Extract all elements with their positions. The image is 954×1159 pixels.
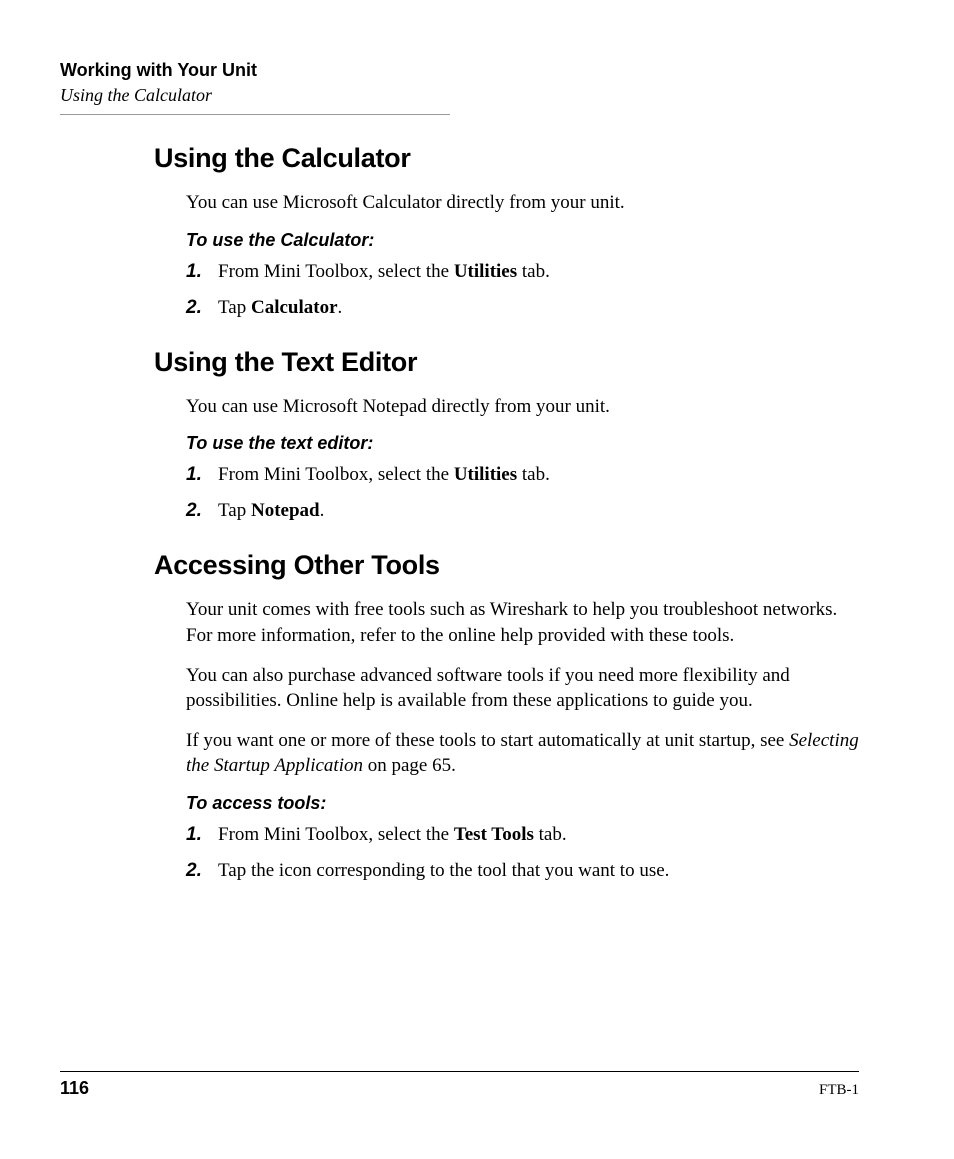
editor-intro: You can use Microsoft Notepad directly f… — [154, 394, 859, 420]
step-number: 1. — [186, 261, 218, 283]
heading-using-calculator: Using the Calculator — [154, 143, 859, 174]
content-area: Using the Calculator You can use Microso… — [60, 143, 859, 882]
section-breadcrumb: Using the Calculator — [60, 85, 859, 106]
step-number: 1. — [186, 464, 218, 486]
step-text: Tap the icon corresponding to the tool t… — [218, 860, 859, 882]
step-number: 1. — [186, 824, 218, 846]
list-item: 1. From Mini Toolbox, select the Utiliti… — [186, 464, 859, 486]
step-number: 2. — [186, 500, 218, 522]
footer-rule — [60, 1071, 859, 1072]
step-number: 2. — [186, 297, 218, 319]
other-p1: Your unit comes with free tools such as … — [154, 597, 859, 648]
calc-proc-title: To use the Calculator: — [154, 230, 859, 251]
list-item: 1. From Mini Toolbox, select the Test To… — [186, 824, 859, 846]
page-footer: 116 FTB-1 — [60, 1071, 859, 1099]
editor-proc-title: To use the text editor: — [154, 433, 859, 454]
heading-using-text-editor: Using the Text Editor — [154, 347, 859, 378]
step-text: From Mini Toolbox, select the Test Tools… — [218, 824, 859, 846]
list-item: 2. Tap Notepad. — [186, 500, 859, 522]
other-proc-title: To access tools: — [154, 793, 859, 814]
calc-steps: 1. From Mini Toolbox, select the Utiliti… — [154, 261, 859, 319]
step-text: From Mini Toolbox, select the Utilities … — [218, 464, 859, 486]
document-page: Working with Your Unit Using the Calcula… — [0, 0, 954, 1159]
running-header: Working with Your Unit Using the Calcula… — [60, 60, 859, 115]
step-text: Tap Calculator. — [218, 297, 859, 319]
list-item: 1. From Mini Toolbox, select the Utiliti… — [186, 261, 859, 283]
header-rule — [60, 114, 450, 115]
other-p3: If you want one or more of these tools t… — [154, 728, 859, 779]
step-number: 2. — [186, 860, 218, 882]
step-text: Tap Notepad. — [218, 500, 859, 522]
other-p2: You can also purchase advanced software … — [154, 663, 859, 714]
document-code: FTB-1 — [819, 1082, 859, 1099]
step-text: From Mini Toolbox, select the Utilities … — [218, 261, 859, 283]
heading-accessing-other-tools: Accessing Other Tools — [154, 550, 859, 581]
list-item: 2. Tap the icon corresponding to the too… — [186, 860, 859, 882]
page-number: 116 — [60, 1078, 89, 1099]
other-steps: 1. From Mini Toolbox, select the Test To… — [154, 824, 859, 882]
editor-steps: 1. From Mini Toolbox, select the Utiliti… — [154, 464, 859, 522]
chapter-title: Working with Your Unit — [60, 60, 859, 81]
calc-intro: You can use Microsoft Calculator directl… — [154, 190, 859, 216]
list-item: 2. Tap Calculator. — [186, 297, 859, 319]
